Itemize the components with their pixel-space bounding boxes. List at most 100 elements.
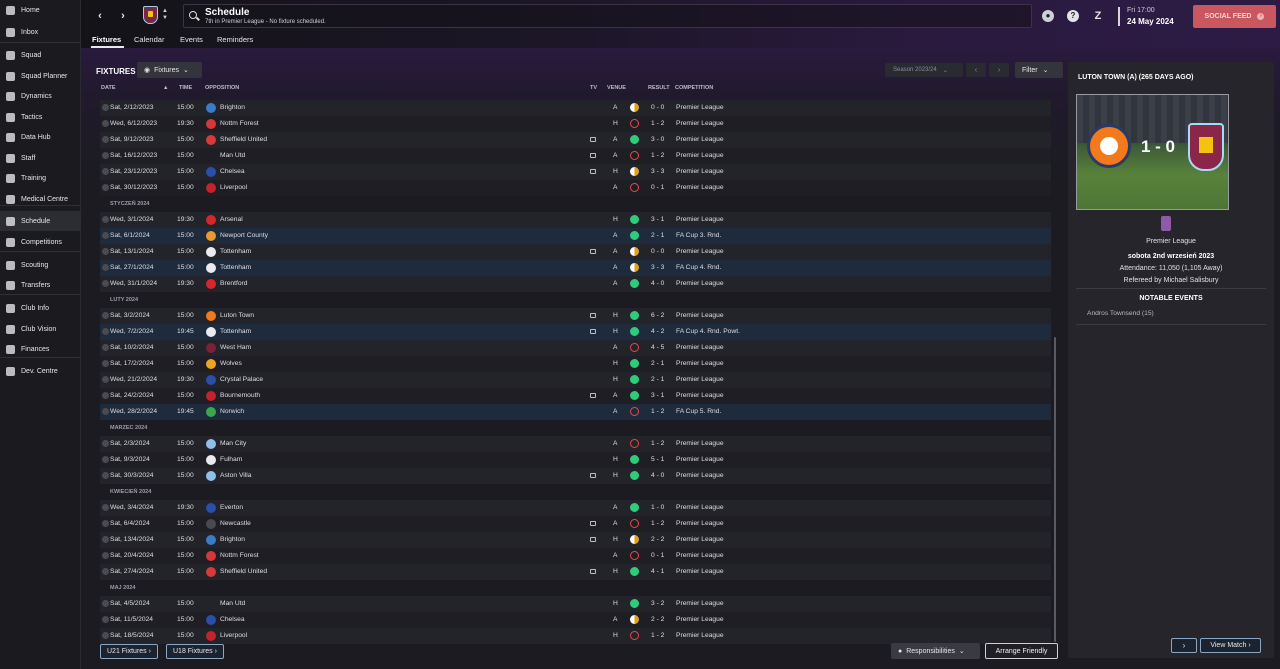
prev-page-button[interactable]: ‹ <box>966 63 986 77</box>
row-menu-icon[interactable] <box>102 120 109 127</box>
fixture-score[interactable]: 1 - 2 <box>651 152 664 159</box>
row-menu-icon[interactable] <box>102 600 109 607</box>
opposition-link[interactable]: Nottm Forest <box>220 552 259 559</box>
row-menu-icon[interactable] <box>102 552 109 559</box>
row-menu-icon[interactable] <box>102 248 109 255</box>
fixture-score[interactable]: 2 - 1 <box>651 232 664 239</box>
row-menu-icon[interactable] <box>102 312 109 319</box>
fixture-score[interactable]: 4 - 0 <box>651 280 664 287</box>
achievements-icon[interactable]: ● <box>1042 10 1054 22</box>
fixture-score[interactable]: 4 - 5 <box>651 344 664 351</box>
sidebar-item-club-vision[interactable]: Club Vision <box>0 319 81 339</box>
sidebar-item-home[interactable]: Home <box>0 0 81 20</box>
row-menu-icon[interactable] <box>102 152 109 159</box>
fixture-score[interactable]: 4 - 0 <box>651 472 664 479</box>
next-match-button[interactable]: › <box>1171 638 1197 653</box>
search-box[interactable]: Schedule 7th in Premier League - No fixt… <box>183 4 1032 28</box>
fixture-score[interactable]: 2 - 1 <box>651 360 664 367</box>
fixture-score[interactable]: 3 - 0 <box>651 136 664 143</box>
forward-button[interactable]: › <box>116 9 130 23</box>
fixture-row[interactable]: Sat, 9/12/2023 15:00 Sheffield United A 3 - … <box>100 132 1051 148</box>
arrange-friendly-button[interactable]: Arrange Friendly <box>985 643 1058 659</box>
fixture-score[interactable]: 1 - 2 <box>651 440 664 447</box>
match-image[interactable]: 1 - 0 <box>1076 94 1229 210</box>
row-menu-icon[interactable] <box>102 184 109 191</box>
opposition-link[interactable]: Man City <box>220 440 246 447</box>
sidebar-item-scouting[interactable]: Scouting <box>0 255 81 275</box>
opposition-link[interactable]: Wolves <box>220 360 242 367</box>
fixture-row[interactable]: Sat, 18/5/2024 15:00 Liverpool H 1 - 2 Premie… <box>100 628 1051 644</box>
club-badge[interactable] <box>143 6 158 24</box>
col-time[interactable]: TIME <box>179 85 192 91</box>
row-menu-icon[interactable] <box>102 456 109 463</box>
fixture-row[interactable]: Wed, 3/4/2024 19:30 Everton A 1 - 0 Premier L… <box>100 500 1051 516</box>
scrollbar[interactable] <box>1054 337 1056 642</box>
fixture-row[interactable]: Sat, 6/1/2024 15:00 Newport County A 2 - 1 FA… <box>100 228 1051 244</box>
opposition-link[interactable]: Luton Town <box>220 312 254 319</box>
fixture-score[interactable]: 3 - 1 <box>651 392 664 399</box>
back-button[interactable]: ‹ <box>93 9 107 23</box>
col-date[interactable]: DATE <box>101 85 116 91</box>
fixture-row[interactable]: Sat, 6/4/2024 15:00 Newcastle A 1 - 2 Premier… <box>100 516 1051 532</box>
opposition-link[interactable]: Newport County <box>220 232 268 239</box>
sidebar-item-tactics[interactable]: Tactics <box>0 107 81 127</box>
season-dropdown[interactable]: Season 2023/24 ⌄ <box>885 63 963 77</box>
opposition-link[interactable]: Sheffield United <box>220 136 267 143</box>
fixture-score[interactable]: 1 - 2 <box>651 632 664 639</box>
row-menu-icon[interactable] <box>102 536 109 543</box>
tab-fixtures[interactable]: Fixtures <box>92 35 121 44</box>
sidebar-item-inbox[interactable]: Inbox <box>0 22 81 42</box>
col-opposition[interactable]: OPPOSITION <box>205 85 239 91</box>
fixture-row[interactable]: Sat, 17/2/2024 15:00 Wolves H 2 - 1 Premier L… <box>100 356 1051 372</box>
fixture-score[interactable]: 3 - 3 <box>651 168 664 175</box>
row-menu-icon[interactable] <box>102 520 109 527</box>
opposition-link[interactable]: Tottenham <box>220 264 251 271</box>
next-page-button[interactable]: › <box>989 63 1009 77</box>
fixture-score[interactable]: 1 - 0 <box>651 504 664 511</box>
game-date[interactable]: Fri 17:00 24 May 2024 <box>1118 7 1174 26</box>
row-menu-icon[interactable] <box>102 280 109 287</box>
opposition-link[interactable]: Brighton <box>220 536 245 543</box>
sidebar-item-staff[interactable]: Staff <box>0 148 81 168</box>
opposition-link[interactable]: Brentford <box>220 280 248 287</box>
fixture-score[interactable]: 3 - 2 <box>651 600 664 607</box>
fixture-score[interactable]: 0 - 1 <box>651 184 664 191</box>
fixture-row[interactable]: Sat, 11/5/2024 15:00 Chelsea A 2 - 2 Premier … <box>100 612 1051 628</box>
fixture-row[interactable]: Wed, 21/2/2024 19:30 Crystal Palace H 2 - 1 P… <box>100 372 1051 388</box>
sidebar-item-transfers[interactable]: Transfers <box>0 275 81 295</box>
fixture-row[interactable]: Sat, 4/5/2024 15:00 Man Utd H 3 - 2 Premier L… <box>100 596 1051 612</box>
col-tv[interactable]: TV <box>590 85 597 91</box>
row-menu-icon[interactable] <box>102 568 109 575</box>
fixture-score[interactable]: 4 - 2 <box>651 328 664 335</box>
row-menu-icon[interactable] <box>102 216 109 223</box>
fixture-score[interactable]: 0 - 1 <box>651 552 664 559</box>
sidebar-item-squad[interactable]: Squad <box>0 45 81 65</box>
fixture-score[interactable]: 1 - 2 <box>651 520 664 527</box>
fixture-row[interactable]: Sat, 10/2/2024 15:00 West Ham A 4 - 5 Premier… <box>100 340 1051 356</box>
opposition-link[interactable]: Arsenal <box>220 216 243 223</box>
opposition-link[interactable]: Chelsea <box>220 616 245 623</box>
fixture-row[interactable]: Sat, 27/4/2024 15:00 Sheffield United H 4 - … <box>100 564 1051 580</box>
social-feed-button[interactable]: SOCIAL FEED › <box>1193 5 1276 28</box>
opposition-link[interactable]: Bournemouth <box>220 392 260 399</box>
col-result[interactable]: RESULT <box>648 85 670 91</box>
fixture-row[interactable]: Wed, 31/1/2024 19:30 Brentford A 4 - 0 Premie… <box>100 276 1051 292</box>
fixture-row[interactable]: Wed, 7/2/2024 19:45 Tottenham H 4 - 2 FA Cup … <box>100 324 1051 340</box>
fixtures-view-dropdown[interactable]: ◉ Fixtures ⌄ <box>137 62 202 78</box>
row-menu-icon[interactable] <box>102 344 109 351</box>
row-menu-icon[interactable] <box>102 472 109 479</box>
sidebar-item-medical-centre[interactable]: Medical Centre <box>0 189 81 209</box>
filter-dropdown[interactable]: Filter ⌄ <box>1015 62 1063 78</box>
sidebar-item-dev-centre[interactable]: Dev. Centre <box>0 361 81 381</box>
fixture-row[interactable]: Sat, 23/12/2023 15:00 Chelsea H 3 - 3 Premier… <box>100 164 1051 180</box>
fixture-score[interactable]: 5 - 1 <box>651 456 664 463</box>
fixture-row[interactable]: Sat, 27/1/2024 15:00 Tottenham A 3 - 3 FA Cup… <box>100 260 1051 276</box>
sidebar-item-schedule[interactable]: Schedule <box>0 211 81 231</box>
opposition-link[interactable]: Crystal Palace <box>220 376 263 383</box>
col-competition[interactable]: COMPETITION <box>675 85 713 91</box>
col-venue[interactable]: VENUE <box>607 85 626 91</box>
opposition-link[interactable]: Norwich <box>220 408 244 415</box>
opposition-link[interactable]: Man Utd <box>220 600 245 607</box>
fixture-score[interactable]: 2 - 2 <box>651 536 664 543</box>
row-menu-icon[interactable] <box>102 616 109 623</box>
